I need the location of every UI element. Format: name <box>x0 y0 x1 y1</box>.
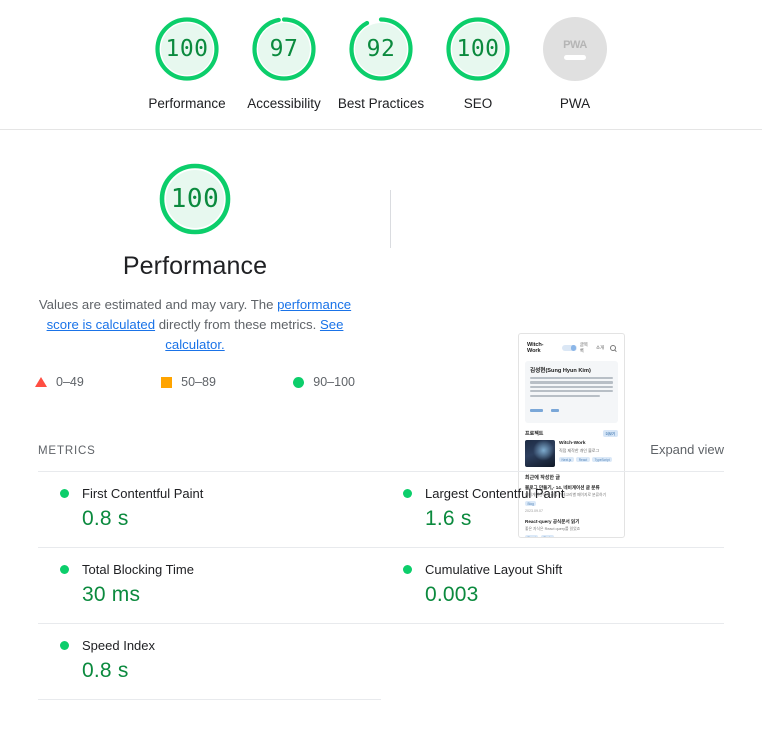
thumbnail-brand: Witch-Work <box>527 342 557 354</box>
pass-circle-icon <box>60 565 69 574</box>
text-line <box>530 377 613 379</box>
metric-value: 0.8 s <box>82 659 381 683</box>
metrics-header: METRICS Expand view <box>38 442 724 471</box>
score-gauge-pwa[interactable]: PWA PWA <box>527 14 624 112</box>
metrics-column-right: Largest Contentful Paint 1.6 s Cumulativ… <box>381 471 724 700</box>
thumbnail-projects-title: 프로젝트 <box>525 430 543 437</box>
thumbnail-profile-name: 김성현(Sung Hyun Kim) <box>530 366 613 374</box>
legend-range-average: 50–89 <box>181 375 216 389</box>
metric-value: 1.6 s <box>425 507 724 531</box>
thumbnail-nav-item-1: 소개 <box>596 345 604 351</box>
expand-view-button[interactable]: Expand view <box>650 442 724 457</box>
metric-label: Speed Index <box>82 638 155 653</box>
search-icon <box>610 345 616 351</box>
legend-item-pass: 90–100 <box>293 375 355 389</box>
description-middle: directly from these metrics. <box>155 317 320 332</box>
gauge-ring-best-practices: 92 <box>346 14 416 84</box>
thumbnail-profile-link-0 <box>530 409 543 411</box>
metric-label-row: Cumulative Layout Shift <box>403 562 724 577</box>
pass-circle-icon <box>60 641 69 650</box>
metric-row-cumulative-layout-shift[interactable]: Cumulative Layout Shift 0.003 <box>381 547 724 624</box>
legend-range-pass: 90–100 <box>313 375 355 389</box>
metric-value: 0.8 s <box>82 507 381 531</box>
metrics-column-left: First Contentful Paint 0.8 s Total Block… <box>38 471 381 700</box>
thumbnail-nav: 글목록 소개 <box>580 342 616 354</box>
metric-label: Largest Contentful Paint <box>425 486 564 501</box>
thumbnail-site-header: Witch-Work 글목록 소개 <box>525 339 618 359</box>
gauge-label-seo: SEO <box>464 95 493 112</box>
square-icon <box>161 377 172 388</box>
legend-item-fail: 0–49 <box>35 375 84 389</box>
metric-label-row: Largest Contentful Paint <box>403 486 724 501</box>
metrics-columns: First Contentful Paint 0.8 s Total Block… <box>38 471 724 700</box>
score-gauge-accessibility[interactable]: 97 Accessibility <box>236 14 333 112</box>
score-legend: 0–49 50–89 90–100 <box>35 375 355 389</box>
text-line <box>530 386 613 388</box>
metrics-section-title: METRICS <box>38 445 96 457</box>
text-line <box>530 395 600 397</box>
performance-description: Values are estimated and may vary. The p… <box>30 295 360 355</box>
metric-value: 30 ms <box>82 583 381 607</box>
pwa-circle: PWA <box>543 17 607 81</box>
pass-circle-icon <box>60 489 69 498</box>
triangle-icon <box>35 377 47 387</box>
performance-summary: 100 Performance Values are estimated and… <box>0 160 390 389</box>
theme-toggle-icon <box>562 345 577 352</box>
metric-label-row: Total Blocking Time <box>60 562 381 577</box>
score-gauge-performance[interactable]: 100 Performance <box>139 14 236 112</box>
thumbnail-projects-more: 더보기 <box>603 430 618 437</box>
score-gauge-best-practices[interactable]: 92 Best Practices <box>333 14 430 112</box>
page-title: Performance <box>123 252 267 281</box>
metric-value: 0.003 <box>425 583 724 607</box>
vertical-divider <box>390 190 391 248</box>
legend-range-fail: 0–49 <box>56 375 84 389</box>
performance-big-gauge-value: 100 <box>171 184 219 214</box>
thumbnail-nav-item-0: 글목록 <box>580 342 592 354</box>
gauge-label-pwa: PWA <box>560 95 590 112</box>
circle-icon <box>293 377 304 388</box>
gauge-label-accessibility: Accessibility <box>247 95 321 112</box>
score-gauge-seo[interactable]: 100 SEO <box>430 14 527 112</box>
gauge-value-best-practices: 92 <box>367 38 396 61</box>
pwa-null-dash-icon <box>564 55 586 60</box>
gauge-value-performance: 100 <box>165 38 208 61</box>
pass-circle-icon <box>403 489 412 498</box>
description-prefix: Values are estimated and may vary. The <box>39 297 277 312</box>
gauge-ring-seo: 100 <box>443 14 513 84</box>
metric-label: Total Blocking Time <box>82 562 194 577</box>
metric-label-row: First Contentful Paint <box>60 486 381 501</box>
legend-item-average: 50–89 <box>161 375 216 389</box>
text-line <box>530 381 613 383</box>
score-gauges-strip: 100 Performance 97 Accessibility 92 Best… <box>0 0 762 112</box>
metrics-section: METRICS Expand view First Contentful Pai… <box>0 442 762 700</box>
gauge-value-seo: 100 <box>456 38 499 61</box>
metric-row-total-blocking-time[interactable]: Total Blocking Time 30 ms <box>38 547 381 623</box>
thumbnail-projects-heading: 프로젝트 더보기 <box>525 430 618 437</box>
metric-row-largest-contentful-paint[interactable]: Largest Contentful Paint 1.6 s <box>381 471 724 547</box>
thumbnail-profile-link-1 <box>551 409 559 411</box>
text-line <box>530 390 613 392</box>
metric-label-row: Speed Index <box>60 638 381 653</box>
gauge-ring-performance: 100 <box>152 14 222 84</box>
gauge-ring-pwa: PWA <box>540 14 610 84</box>
pwa-abbrev-label: PWA <box>563 39 587 51</box>
metric-row-speed-index[interactable]: Speed Index 0.8 s <box>38 623 381 700</box>
gauge-label-performance: Performance <box>148 95 225 112</box>
metric-row-first-contentful-paint[interactable]: First Contentful Paint 0.8 s <box>38 471 381 547</box>
metric-label: Cumulative Layout Shift <box>425 562 562 577</box>
performance-big-gauge: 100 <box>156 160 234 238</box>
pass-circle-icon <box>403 565 412 574</box>
gauge-value-accessibility: 97 <box>270 38 299 61</box>
thumbnail-profile-card: 김성현(Sung Hyun Kim) <box>525 361 618 423</box>
metric-label: First Contentful Paint <box>82 486 203 501</box>
gauge-label-best-practices: Best Practices <box>338 95 424 112</box>
gauge-ring-accessibility: 97 <box>249 14 319 84</box>
performance-category-section: 100 Performance Values are estimated and… <box>0 130 762 430</box>
